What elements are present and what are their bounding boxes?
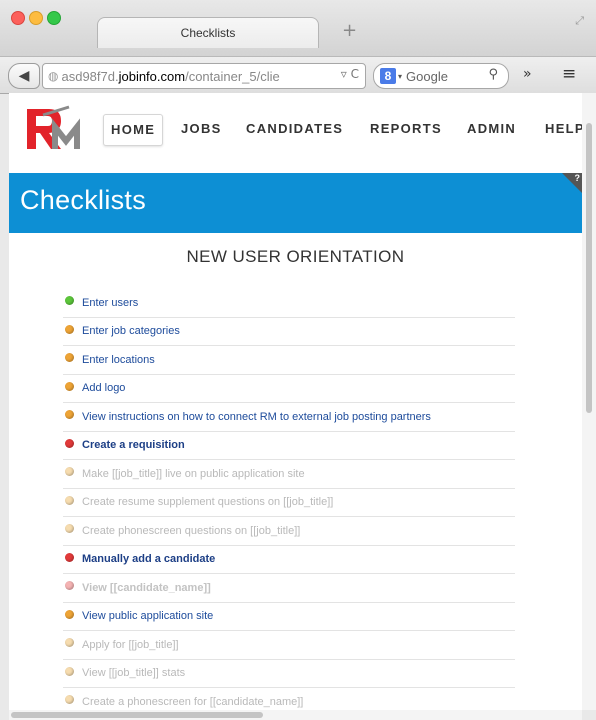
status-dot-icon: [65, 467, 74, 477]
help-question-icon[interactable]: ?: [575, 173, 581, 183]
status-dot-icon: [65, 296, 74, 306]
browser-navbar: ◀ ◍ asd98f7d. jobinfo.com /container_5/c…: [0, 56, 596, 94]
globe-icon: ◍: [48, 69, 59, 83]
status-dot-icon: [65, 524, 74, 534]
overflow-chevron-icon[interactable]: »: [523, 66, 532, 82]
checklist-item-link: Create resume supplement questions on [[…: [82, 496, 334, 509]
close-window-button[interactable]: [11, 11, 25, 25]
checklist-item: Make [[job_title]] live on public applic…: [63, 460, 515, 489]
checklist-item: Add logo: [63, 375, 515, 403]
checklist-item: Enter users: [63, 289, 515, 318]
status-dot-icon: [65, 438, 74, 448]
nav-help[interactable]: HELP: [545, 114, 582, 144]
status-dot-icon: [65, 609, 74, 619]
browser-titlebar: Checklists + ⤢: [0, 0, 596, 56]
checklist-item: Apply for [[job_title]]: [63, 631, 515, 660]
tab-title: Checklists: [180, 26, 236, 40]
checklist-item: Enter locations: [63, 346, 515, 375]
checklist-item-link: Create phonescreen questions on [[job_ti…: [82, 524, 301, 537]
url-prefix: asd98f7d.: [61, 68, 119, 84]
back-arrow-icon[interactable]: ◀: [8, 63, 40, 89]
checklist-item-link: View [[job_title]] stats: [82, 667, 186, 680]
web-page: HOME JOBS CANDIDATES REPORTS ADMIN HELP …: [9, 93, 582, 710]
checklist-item-link: Create a phonescreen for [[candidate_nam…: [82, 695, 304, 708]
chevron-down-icon[interactable]: ▾: [398, 72, 402, 81]
checklist-item: Create a phonescreen for [[candidate_nam…: [63, 688, 515, 710]
checklist-item: Manually add a candidate: [63, 546, 515, 574]
checklist-item: Enter job categories: [63, 318, 515, 346]
checklist-item-link[interactable]: Enter job categories: [82, 325, 180, 337]
status-dot-icon: [65, 353, 74, 363]
checklist-item-link[interactable]: Create a requisition: [82, 439, 185, 451]
nav-admin[interactable]: ADMIN: [467, 114, 516, 144]
status-dot-icon: [65, 638, 74, 648]
vertical-scroll-thumb[interactable]: [586, 123, 592, 413]
status-dot-icon: [65, 581, 74, 591]
search-box[interactable]: 8 ▾ Google ⚲: [373, 63, 509, 89]
status-dot-icon: [65, 324, 74, 334]
nav-candidates[interactable]: CANDIDATES: [246, 114, 343, 144]
horizontal-scrollbar[interactable]: [9, 710, 582, 720]
checklist-item: View instructions on how to connect RM t…: [63, 403, 515, 432]
checklist-item-link[interactable]: Manually add a candidate: [82, 553, 215, 565]
site-header: HOME JOBS CANDIDATES REPORTS ADMIN HELP: [9, 93, 582, 173]
url-dropdown-reload-icon[interactable]: ▿ C: [337, 67, 359, 81]
nav-reports[interactable]: REPORTS: [370, 114, 442, 144]
address-bar[interactable]: ◍ asd98f7d. jobinfo.com /container_5/cli…: [42, 63, 366, 89]
checklist-item: View [[job_title]] stats: [63, 660, 515, 688]
page-banner: Checklists ?: [9, 173, 582, 233]
google-icon[interactable]: 8: [380, 68, 396, 84]
status-dot-icon: [65, 495, 74, 505]
status-dot-icon: [65, 552, 74, 562]
zoom-window-button[interactable]: [47, 11, 61, 25]
checklist-item-link: Apply for [[job_title]]: [82, 638, 179, 651]
vertical-scrollbar[interactable]: [582, 93, 596, 710]
checklist-item-link[interactable]: View instructions on how to connect RM t…: [82, 411, 431, 423]
nav-home[interactable]: HOME: [103, 114, 164, 146]
checklist-item-link[interactable]: Enter locations: [82, 354, 155, 366]
url-domain: jobinfo.com: [118, 68, 186, 84]
status-dot-icon: [65, 381, 74, 391]
new-tab-plus-icon[interactable]: +: [342, 20, 357, 41]
minimize-window-button[interactable]: [29, 11, 43, 25]
hamburger-menu-icon[interactable]: ≡: [562, 64, 576, 84]
rm-logo[interactable]: [19, 105, 89, 155]
checklist-item: View public application site: [63, 603, 515, 631]
browser-tab[interactable]: Checklists: [97, 17, 319, 48]
checklist-item-link: Make [[job_title]] live on public applic…: [82, 467, 305, 480]
status-dot-icon: [65, 695, 74, 705]
status-dot-icon: [65, 410, 74, 420]
url-path: /container_5/clie: [185, 68, 280, 84]
search-icon[interactable]: ⚲: [488, 67, 498, 82]
checklist-item: Create a requisition: [63, 432, 515, 460]
checklist-item: Create phonescreen questions on [[job_ti…: [63, 517, 515, 546]
checklist-item-link[interactable]: Enter users: [82, 297, 138, 309]
checklist: Enter users Enter job categories Enter loc…: [63, 289, 515, 710]
checklist-title: NEW USER ORIENTATION: [186, 247, 405, 266]
nav-jobs[interactable]: JOBS: [181, 114, 222, 144]
checklist-item: Create resume supplement questions on [[…: [63, 489, 515, 517]
checklist-item-link[interactable]: Add logo: [82, 382, 125, 394]
checklist-item-link[interactable]: View public application site: [82, 610, 213, 622]
checklist-item-link: View [[candidate_name]]: [82, 581, 211, 594]
status-dot-icon: [65, 666, 74, 676]
page-title: Checklists: [20, 185, 147, 215]
horizontal-scroll-thumb[interactable]: [11, 712, 263, 718]
fullscreen-icon[interactable]: ⤢: [575, 14, 584, 28]
checklist-item: View [[candidate_name]]: [63, 574, 515, 603]
search-engine-name: Google: [406, 68, 448, 84]
